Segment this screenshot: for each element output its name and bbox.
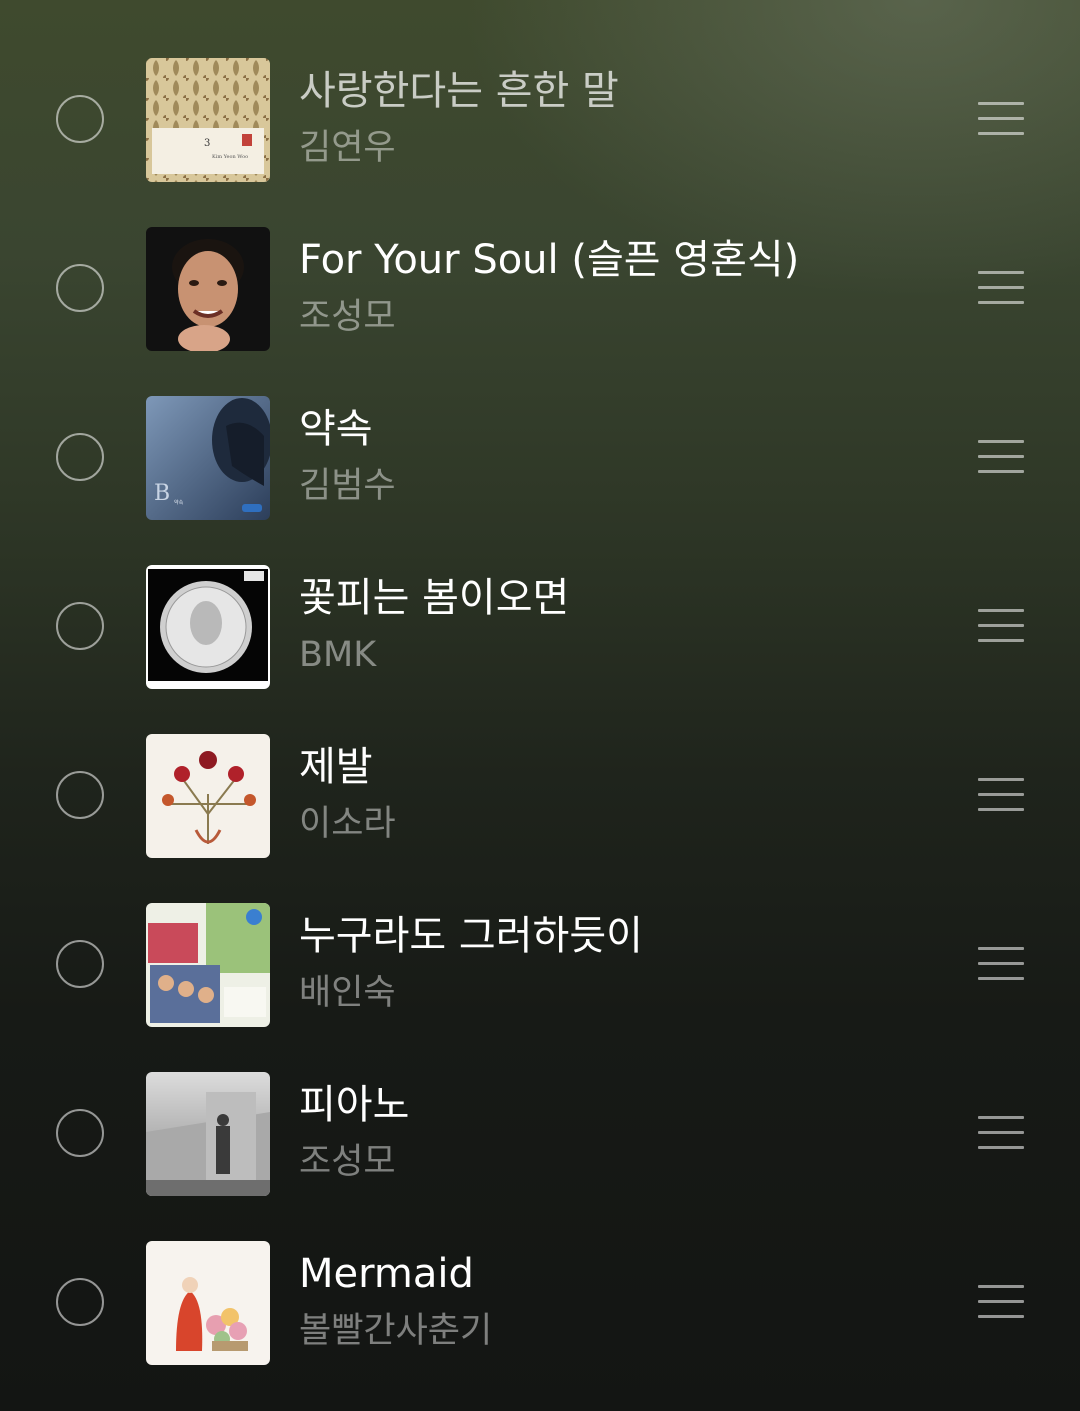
track-title: 약속 — [299, 406, 373, 452]
select-radio[interactable] — [56, 940, 104, 988]
album-cover-street-photo-icon — [146, 1072, 270, 1196]
album-cover[interactable] — [146, 1072, 270, 1196]
album-cover[interactable] — [146, 565, 270, 689]
track-artist: BMK — [299, 635, 377, 675]
album-cover[interactable] — [146, 1241, 270, 1365]
svg-text:Kim Yeon Woo: Kim Yeon Woo — [212, 154, 248, 160]
drag-handle-icon[interactable] — [978, 947, 1024, 981]
album-cover-blue-portrait-icon: B 약속 — [146, 396, 270, 520]
select-radio[interactable] — [56, 1109, 104, 1157]
track-artist: 볼빨간사춘기 — [299, 1311, 493, 1351]
track-row[interactable]: B 약속 약속 김범수 — [0, 373, 1080, 542]
album-cover-damask-pattern-icon: 3 Kim Yeon Woo — [146, 58, 270, 182]
track-title: 제발 — [299, 744, 373, 790]
track-title: 피아노 — [299, 1082, 410, 1128]
drag-handle-icon[interactable] — [978, 609, 1024, 643]
album-cover-flowers-icon — [146, 734, 270, 858]
album-cover[interactable] — [146, 903, 270, 1027]
select-radio[interactable] — [56, 1278, 104, 1326]
track-artist: 배인숙 — [299, 973, 396, 1013]
album-cover[interactable] — [146, 227, 270, 351]
track-title: 누구라도 그러하듯이 — [299, 913, 643, 959]
drag-handle-icon[interactable] — [978, 1116, 1024, 1150]
track-title: Mermaid — [299, 1251, 474, 1297]
track-row[interactable]: 피아노 조성모 — [0, 1049, 1080, 1218]
svg-text:B: B — [154, 481, 170, 506]
drag-handle-icon[interactable] — [978, 271, 1024, 305]
track-row[interactable]: 꽃피는 봄이오면 BMK — [0, 542, 1080, 711]
track-artist: 조성모 — [299, 1142, 396, 1182]
track-artist: 김범수 — [299, 466, 396, 506]
svg-text:약속: 약속 — [174, 499, 184, 506]
select-radio[interactable] — [56, 264, 104, 312]
track-artist: 이소라 — [299, 804, 396, 844]
album-cover-collage-icon — [146, 903, 270, 1027]
drag-handle-icon[interactable] — [978, 778, 1024, 812]
track-row[interactable]: Mermaid 볼빨간사춘기 — [0, 1218, 1080, 1387]
track-artist: 김연우 — [299, 128, 396, 168]
track-row[interactable]: 누구라도 그러하듯이 배인숙 — [0, 880, 1080, 1049]
drag-handle-icon[interactable] — [978, 1285, 1024, 1319]
track-row[interactable]: For Your Soul (슬픈 영혼식) 조성모 — [0, 204, 1080, 373]
select-radio[interactable] — [56, 602, 104, 650]
track-row[interactable]: 3 Kim Yeon Woo 사랑한다는 흔한 말 김연우 — [0, 35, 1080, 204]
track-title: 꽃피는 봄이오면 — [299, 575, 570, 621]
select-radio[interactable] — [56, 771, 104, 819]
album-cover[interactable]: B 약속 — [146, 396, 270, 520]
track-row[interactable]: 제발 이소라 — [0, 711, 1080, 880]
drag-handle-icon[interactable] — [978, 440, 1024, 474]
album-cover[interactable] — [146, 734, 270, 858]
album-cover-portrait-icon — [146, 227, 270, 351]
track-artist: 조성모 — [299, 297, 396, 337]
drag-handle-icon[interactable] — [978, 102, 1024, 136]
album-cover-illustration-icon — [146, 1241, 270, 1365]
album-cover-coin-icon — [146, 565, 270, 689]
svg-text:3: 3 — [204, 138, 210, 149]
track-title: 사랑한다는 흔한 말 — [299, 68, 619, 114]
select-radio[interactable] — [56, 95, 104, 143]
track-title: For Your Soul (슬픈 영혼식) — [299, 237, 800, 283]
album-cover[interactable]: 3 Kim Yeon Woo — [146, 58, 270, 182]
playlist: 3 Kim Yeon Woo 사랑한다는 흔한 말 김연우 For Your S… — [0, 0, 1080, 1411]
select-radio[interactable] — [56, 433, 104, 481]
